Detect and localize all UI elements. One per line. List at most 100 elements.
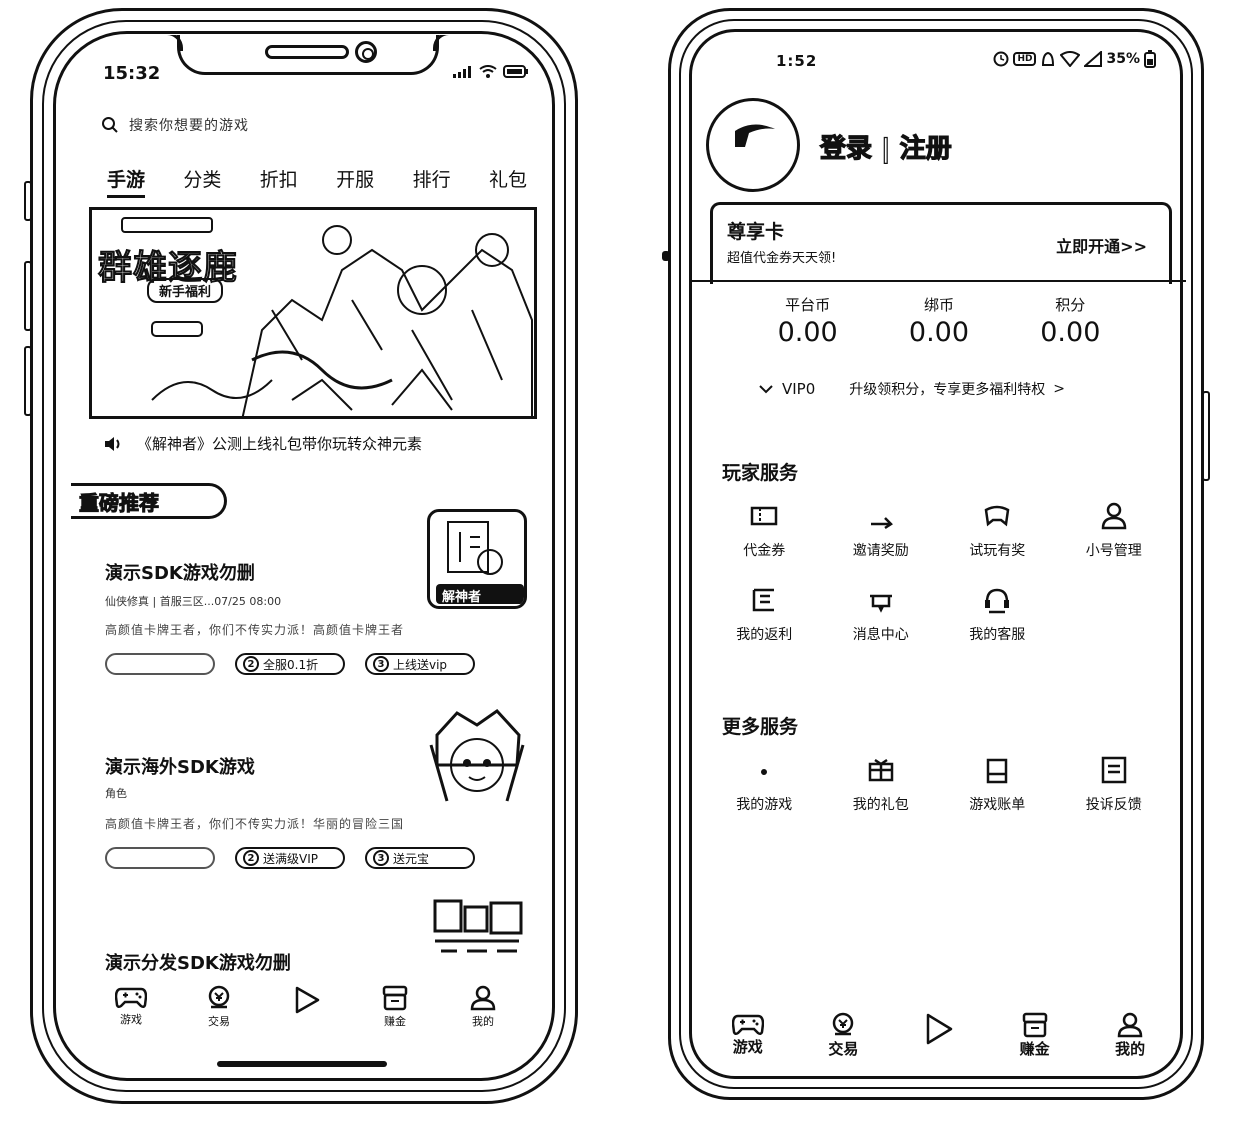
bill-icon bbox=[981, 756, 1013, 784]
signal-icon bbox=[453, 65, 473, 78]
wallet-platform-coins[interactable]: 平台币 0.00 bbox=[753, 294, 863, 348]
service-trial[interactable]: 试玩有奖 bbox=[939, 502, 1056, 560]
tab-trade[interactable]: 交易 bbox=[189, 985, 249, 1029]
tab-mine[interactable]: 我的 bbox=[453, 985, 513, 1029]
vip-card[interactable]: 尊享卡 超值代金券天天领! 立即开通>> bbox=[710, 202, 1172, 284]
voucher-icon bbox=[748, 502, 780, 530]
gamepad-icon bbox=[731, 1012, 764, 1036]
more-services-title: 更多服务 bbox=[722, 716, 799, 738]
wallet-points[interactable]: 积分 0.00 bbox=[1015, 294, 1125, 348]
left-screen: 15:32 搜索你想要的游戏 手游 分类 折扣 开服 排行 礼包 群雄逐鹿 新手… bbox=[57, 35, 557, 1083]
avatar[interactable] bbox=[706, 98, 800, 192]
vip-level-text: 升级领积分，专享更多福利特权 bbox=[849, 382, 1046, 398]
status-icons: HD 35% bbox=[993, 50, 1156, 68]
tab-mine[interactable]: 我的 bbox=[1095, 1012, 1165, 1059]
tab-label: 交易 bbox=[828, 1040, 859, 1058]
speaker-icon bbox=[103, 436, 123, 452]
invite-icon bbox=[865, 502, 897, 530]
tab-earn[interactable]: 赚金 bbox=[1000, 1012, 1070, 1059]
service-label: 我的礼包 bbox=[852, 797, 909, 813]
volume-down-button bbox=[24, 346, 32, 416]
promo-banner[interactable]: 群雄逐鹿 新手福利 bbox=[89, 207, 537, 419]
feedback-icon bbox=[1098, 756, 1130, 784]
vip-level: VIP0 bbox=[782, 380, 816, 398]
service-label: 游戏账单 bbox=[969, 797, 1026, 813]
category-tabs: 手游 分类 折扣 开服 排行 礼包 bbox=[107, 165, 527, 198]
battery-icon bbox=[503, 65, 529, 78]
game-card[interactable]: 演示分发SDK游戏勿删 bbox=[105, 897, 525, 987]
signal-icon bbox=[1084, 51, 1103, 67]
more-services-grid: 我的游戏 我的礼包 游戏账单 投诉反馈 bbox=[706, 756, 1172, 814]
game-tag: 2 全服0.1折 bbox=[235, 653, 345, 675]
bottom-tabbar: 游戏 交易 赚金 我的 bbox=[692, 1012, 1186, 1059]
tab-games[interactable]: 游戏 bbox=[713, 1012, 783, 1059]
service-game-bills[interactable]: 游戏账单 bbox=[939, 756, 1056, 814]
tab-games[interactable]: 游戏 bbox=[101, 985, 161, 1029]
game-card[interactable]: 演示SDK游戏勿删 仙侠修真 | 首服三区...07/25 08:00 高颜值卡… bbox=[105, 509, 527, 679]
tab-label: 我的 bbox=[1115, 1040, 1146, 1058]
login-register-link[interactable]: 登录 | 注册 bbox=[819, 128, 952, 165]
wallet-label: 绑币 bbox=[923, 296, 954, 314]
game-thumbnail bbox=[427, 705, 527, 805]
vibrate-icon bbox=[1040, 51, 1056, 67]
divider bbox=[692, 280, 1186, 282]
wallet-summary: 平台币 0.00 绑币 0.00 积分 0.00 bbox=[692, 294, 1186, 348]
game-tags: 2 全服0.1折 3 上线送vip bbox=[105, 653, 475, 675]
tab-earn[interactable]: 赚金 bbox=[365, 985, 425, 1029]
service-messages[interactable]: 消息中心 bbox=[823, 586, 940, 644]
wallet-bound-coins[interactable]: 绑币 0.00 bbox=[884, 294, 994, 348]
play-icon bbox=[293, 985, 321, 1015]
game-desc: 高颜值卡牌王者，你们不传实力派！华丽的冒险三国，历... bbox=[105, 817, 405, 831]
tab-label: 交易 bbox=[208, 1015, 230, 1028]
service-voucher[interactable]: 代金券 bbox=[706, 502, 823, 560]
banner-subtitle: 新手福利 bbox=[147, 278, 224, 303]
tab-play[interactable] bbox=[904, 1012, 974, 1059]
tab-play[interactable] bbox=[277, 985, 337, 1029]
game-tag: 2 送满级VIP bbox=[235, 847, 345, 869]
tab-discounts[interactable]: 折扣 bbox=[260, 165, 298, 198]
service-label: 试玩有奖 bbox=[969, 543, 1026, 559]
service-my-games[interactable]: 我的游戏 bbox=[706, 756, 823, 814]
wallet-value: 0.00 bbox=[1040, 317, 1101, 348]
user-icon bbox=[470, 985, 496, 1011]
chevron-right-icon: > bbox=[1053, 381, 1066, 397]
tab-trade[interactable]: 交易 bbox=[808, 1012, 878, 1059]
battery-icon bbox=[1144, 50, 1156, 68]
service-label: 我的客服 bbox=[969, 627, 1026, 643]
wallet-value: 0.00 bbox=[777, 317, 838, 348]
speaker bbox=[265, 45, 349, 59]
tab-categories[interactable]: 分类 bbox=[183, 165, 221, 198]
notice-bar[interactable]: 《解神者》公测上线礼包带你玩转众神元素 bbox=[103, 433, 422, 454]
service-invite[interactable]: 邀请奖励 bbox=[823, 502, 940, 560]
vip-open-button[interactable]: 立即开通>> bbox=[1056, 233, 1147, 257]
rebate-icon bbox=[748, 586, 780, 614]
service-label: 代金券 bbox=[743, 543, 786, 559]
tab-gift-packs[interactable]: 礼包 bbox=[489, 165, 527, 198]
tab-label: 游戏 bbox=[732, 1038, 763, 1056]
game-tag bbox=[105, 847, 215, 869]
service-feedback[interactable]: 投诉反馈 bbox=[1056, 756, 1173, 814]
vip-level-row[interactable]: VIP0 升级领积分，专享更多福利特权 > bbox=[758, 372, 1128, 406]
game-thumbnail: 解神者 bbox=[427, 509, 527, 609]
tab-mobile-games[interactable]: 手游 bbox=[107, 165, 146, 198]
gift-icon bbox=[865, 756, 897, 784]
chevron-down-icon bbox=[758, 383, 774, 395]
tab-rankings[interactable]: 排行 bbox=[413, 165, 451, 198]
service-support[interactable]: 我的客服 bbox=[939, 586, 1056, 644]
my-games-icon bbox=[748, 756, 780, 784]
service-rebate[interactable]: 我的返利 bbox=[706, 586, 823, 644]
power-button bbox=[1202, 391, 1210, 481]
service-my-gifts[interactable]: 我的礼包 bbox=[823, 756, 940, 814]
game-title: 演示SDK游戏勿删 bbox=[105, 563, 255, 584]
account-icon bbox=[1098, 502, 1130, 530]
notch bbox=[177, 35, 439, 75]
wallet-label: 积分 bbox=[1055, 296, 1086, 314]
search-bar[interactable]: 搜索你想要的游戏 bbox=[101, 115, 249, 135]
service-sub-accounts[interactable]: 小号管理 bbox=[1056, 502, 1173, 560]
game-card[interactable]: 演示海外SDK游戏 角色 高颜值卡牌王者，你们不传实力派！华丽的冒险三国，历..… bbox=[105, 705, 525, 875]
tab-new-servers[interactable]: 开服 bbox=[336, 165, 374, 198]
player-services-title: 玩家服务 bbox=[722, 462, 799, 484]
search-input[interactable]: 搜索你想要的游戏 bbox=[129, 115, 249, 135]
game-title: 演示分发SDK游戏勿删 bbox=[105, 953, 291, 974]
game-thumbnail bbox=[427, 897, 527, 967]
